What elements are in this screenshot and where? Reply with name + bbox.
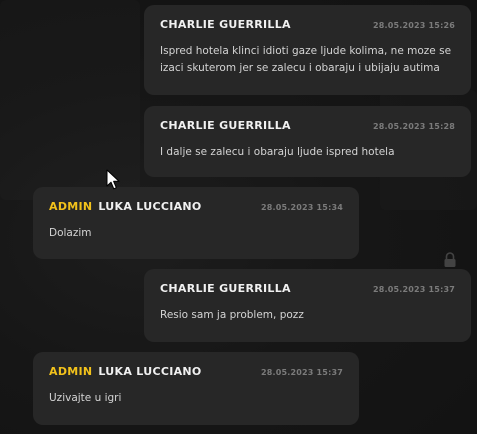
- mouse-cursor-icon: [106, 169, 120, 190]
- message-timestamp: 28.05.2023 15:28: [372, 122, 455, 131]
- message-header: CHARLIE GUERRILLA 28.05.2023 15:37: [160, 282, 455, 295]
- message-author: CHARLIE GUERRILLA: [160, 282, 291, 295]
- message-text: I dalje se zalecu i obaraju ljude ispred…: [160, 146, 395, 158]
- message-author-line: CHARLIE GUERRILLA: [160, 119, 291, 132]
- message-text: Ispred hotela klinci idioti gaze ljude k…: [160, 45, 452, 74]
- message-author: CHARLIE GUERRILLA: [160, 18, 291, 31]
- message-header: CHARLIE GUERRILLA 28.05.2023 15:26: [160, 18, 455, 31]
- chat-message: CHARLIE GUERRILLA 28.05.2023 15:26 Ispre…: [144, 5, 471, 95]
- message-header: ADMIN LUKA LUCCIANO 28.05.2023 15:34: [49, 200, 343, 213]
- message-author-line: ADMIN LUKA LUCCIANO: [49, 365, 202, 378]
- admin-badge: ADMIN: [49, 200, 93, 213]
- message-timestamp: 28.05.2023 15:37: [260, 368, 343, 377]
- message-header: CHARLIE GUERRILLA 28.05.2023 15:28: [160, 119, 455, 132]
- message-author: LUKA LUCCIANO: [98, 365, 202, 378]
- lock-icon: [444, 252, 456, 267]
- message-timestamp: 28.05.2023 15:37: [372, 285, 455, 294]
- message-text: Dolazim: [49, 227, 92, 239]
- message-header: ADMIN LUKA LUCCIANO 28.05.2023 15:37: [49, 365, 343, 378]
- chat-window: CHARLIE GUERRILLA 28.05.2023 15:26 Ispre…: [0, 0, 477, 434]
- message-author-line: CHARLIE GUERRILLA: [160, 18, 291, 31]
- message-text: Uzivajte u igri: [49, 392, 122, 404]
- message-author: CHARLIE GUERRILLA: [160, 119, 291, 132]
- message-timestamp: 28.05.2023 15:26: [372, 21, 455, 30]
- message-text: Resio sam ja problem, pozz: [160, 309, 304, 321]
- message-author-line: ADMIN LUKA LUCCIANO: [49, 200, 202, 213]
- message-author: LUKA LUCCIANO: [98, 200, 202, 213]
- admin-badge: ADMIN: [49, 365, 93, 378]
- message-author-line: CHARLIE GUERRILLA: [160, 282, 291, 295]
- message-timestamp: 28.05.2023 15:34: [260, 203, 343, 212]
- chat-message: ADMIN LUKA LUCCIANO 28.05.2023 15:37 Uziv…: [33, 352, 359, 425]
- chat-message: ADMIN LUKA LUCCIANO 28.05.2023 15:34 Dola…: [33, 187, 359, 259]
- chat-message: CHARLIE GUERRILLA 28.05.2023 15:37 Resio…: [144, 269, 471, 342]
- chat-message: CHARLIE GUERRILLA 28.05.2023 15:28 I dal…: [144, 106, 471, 177]
